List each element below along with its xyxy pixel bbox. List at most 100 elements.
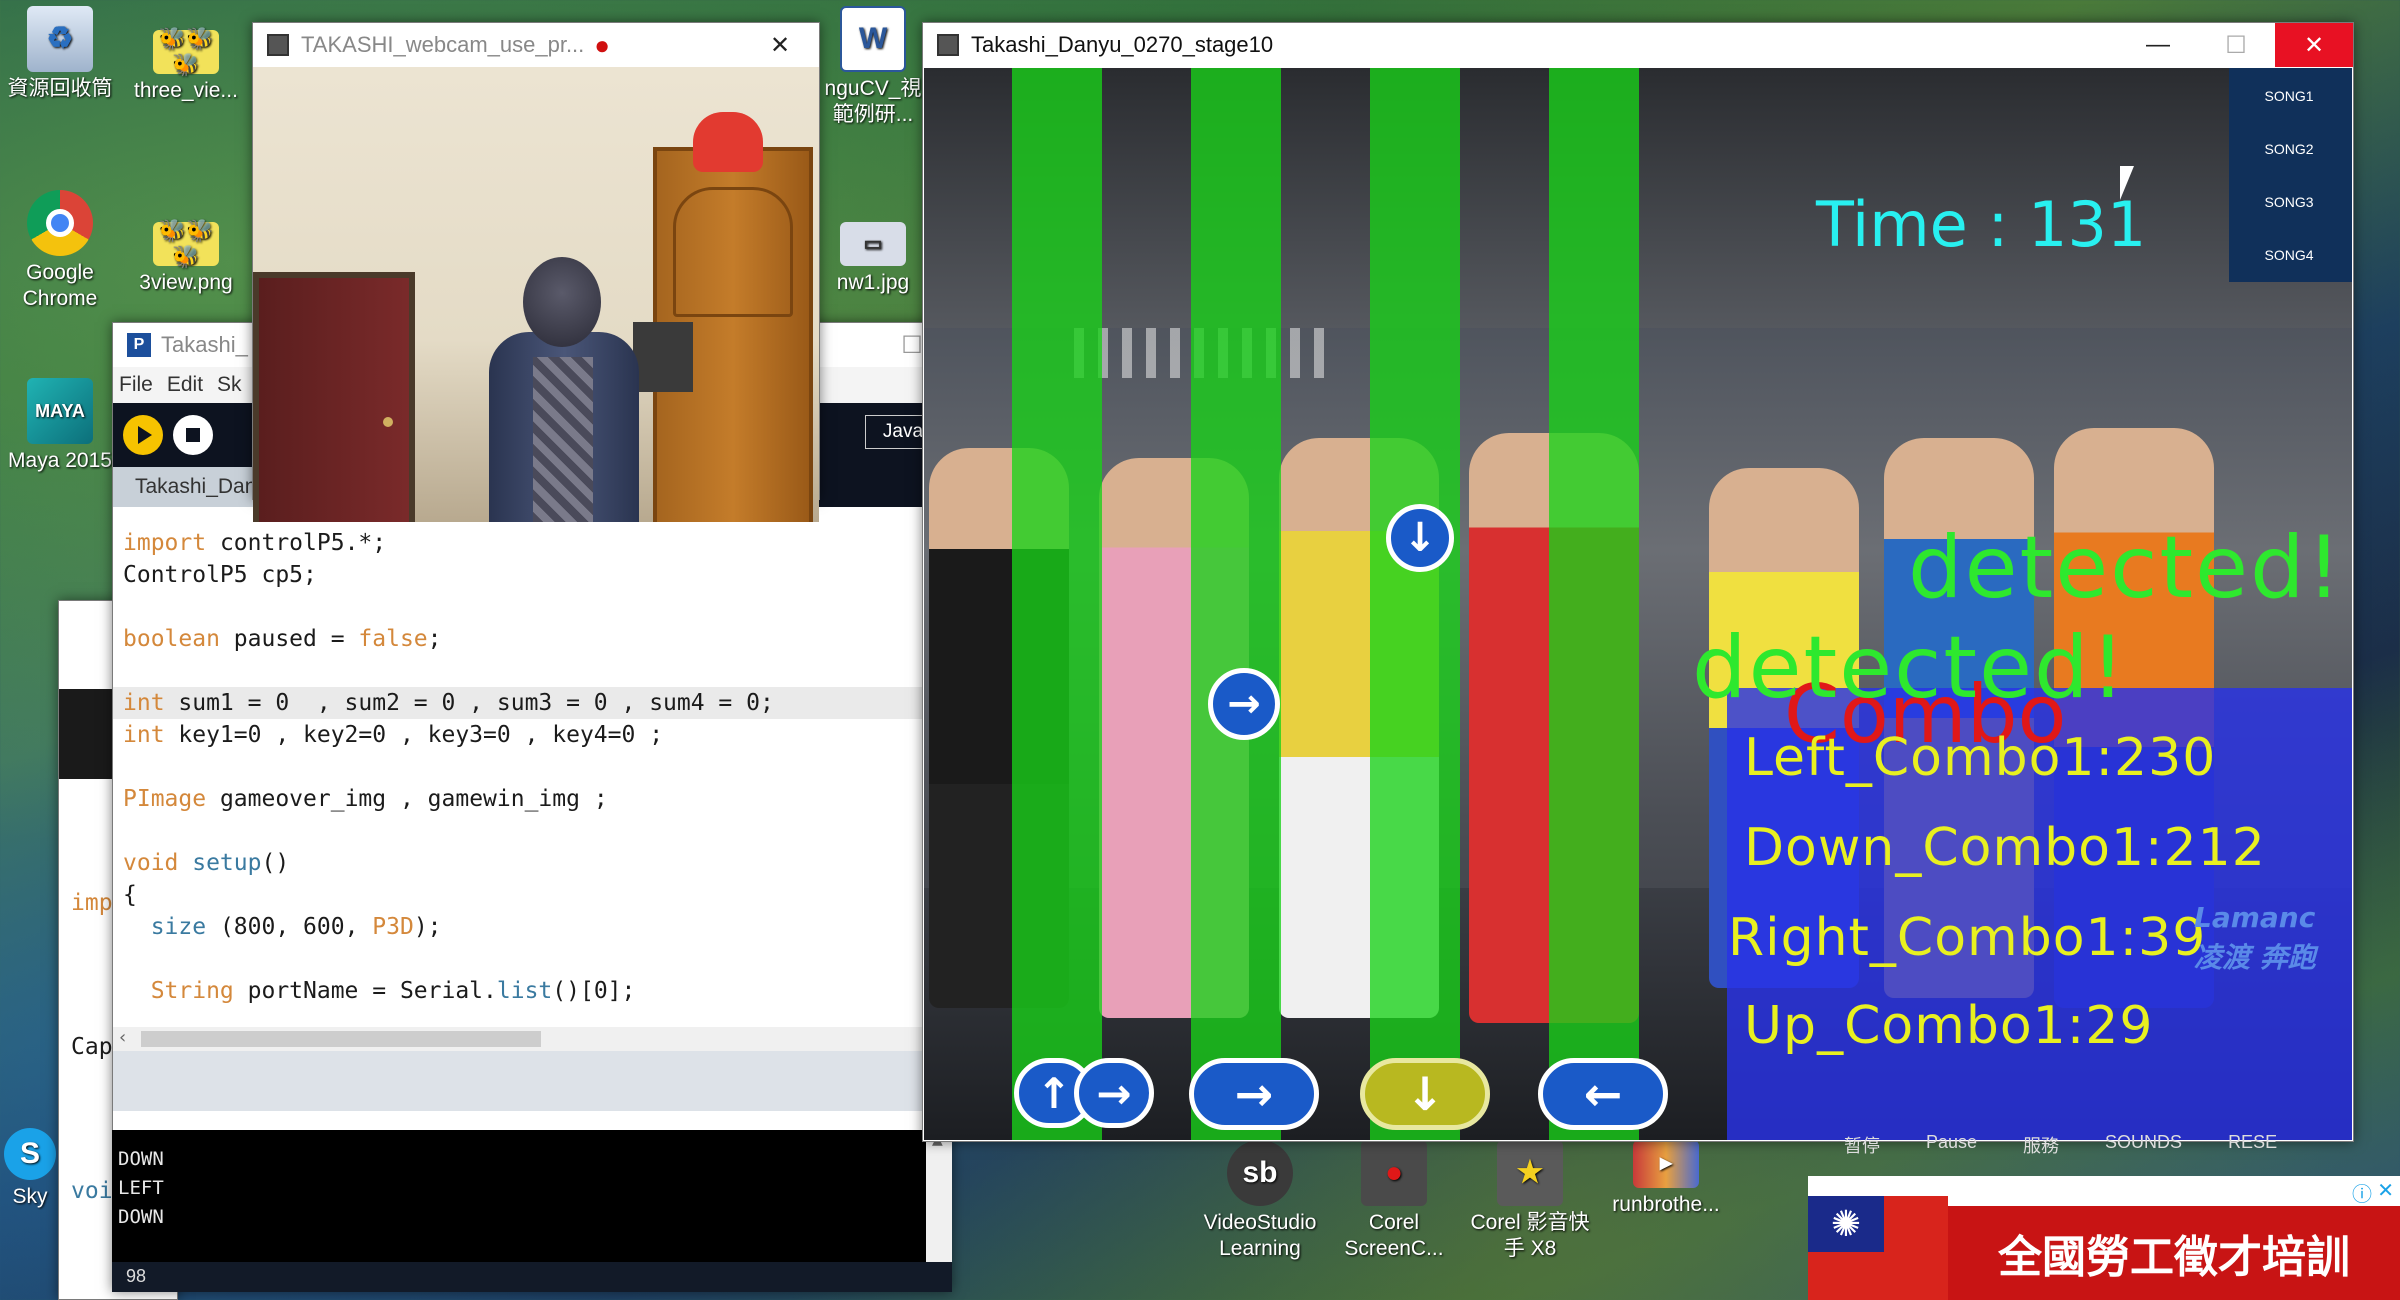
game-titlebar[interactable]: Takashi_Danyu_0270_stage10 — ☐ ✕ — [923, 23, 2353, 67]
strip-label: RESE — [2228, 1132, 2278, 1152]
play-icon — [138, 426, 152, 444]
processing-app-icon: P — [127, 333, 151, 357]
desktop-icon-videostudio[interactable]: sb VideoStudio Learning — [1190, 1140, 1330, 1262]
menu-sketch[interactable]: Sk — [217, 373, 242, 397]
code-line: int key1=0 , key2=0 , key3=0 , key4=0 ; — [123, 722, 664, 748]
line-number: 98 — [126, 1266, 147, 1286]
tv — [633, 322, 693, 392]
menu-file[interactable]: File — [119, 373, 153, 397]
door-knob — [383, 417, 393, 427]
desktop-icon-maya[interactable]: MAYA Maya 2015 — [0, 378, 120, 474]
skype-icon: S — [4, 1128, 56, 1180]
code-line: import controlP5.*; — [123, 530, 387, 556]
processing-window-title: Takashi_ — [161, 332, 248, 357]
code-line: size (800, 600, P3D); — [123, 914, 442, 940]
message-area — [113, 1051, 951, 1111]
webcam-titlebar[interactable]: TAKASHI_webcam_use_pr... ● ✕ — [253, 23, 819, 67]
game-canvas[interactable]: ↓ → ↑ → → ↓ ← Time : 131 SONG1 SONG2 SON… — [924, 68, 2352, 1140]
minimize-button[interactable]: — — [2119, 23, 2197, 67]
ad-info-icon[interactable]: ⓘ — [2352, 1178, 2372, 1207]
console-line: DOWN — [118, 1206, 164, 1228]
lane-down — [1370, 68, 1460, 1140]
detected-label-1: detected! — [1908, 518, 2344, 618]
close-button[interactable]: ✕ — [2275, 23, 2353, 67]
desktop-icon-nw1[interactable]: ▭ nw1.jpg — [818, 222, 928, 296]
desktop-icon-corel-fastflick[interactable]: ★ Corel 影音快手 X8 — [1460, 1140, 1600, 1262]
window-app-icon — [267, 34, 289, 56]
desktop-icon-label: VideoStudio Learning — [1203, 1211, 1317, 1260]
desktop-icon-3view[interactable]: 🐝🐝🐝 3view.png — [126, 218, 246, 296]
ad-text-block: 全國勞工徵才培訓 — [1948, 1206, 2400, 1300]
target-right-arrow: → — [1189, 1058, 1319, 1130]
down-combo: Down_Combo1:212 — [1744, 818, 2266, 878]
corel-fastflick-icon: ★ — [1497, 1140, 1563, 1206]
ad-close-icon[interactable]: ✕ — [2377, 1178, 2394, 1202]
scroll-left-icon[interactable]: ‹ — [119, 1027, 126, 1048]
desktop-icon-label: 資源回收筒 — [7, 77, 113, 100]
desktop-icon-corel-screencap[interactable]: ● Corel ScreenC... — [1334, 1140, 1454, 1262]
code-line: PImage gameover_img , gamewin_img ; — [123, 786, 608, 812]
song-menu: SONG1 SONG2 SONG3 SONG4 — [2229, 68, 2352, 282]
menu-edit[interactable]: Edit — [167, 373, 203, 397]
lane-up — [1549, 68, 1639, 1140]
corel-screencap-icon: ● — [1361, 1140, 1427, 1206]
maximize-button[interactable]: ☐ — [2197, 23, 2275, 67]
target-right-arrow-small: → — [1074, 1058, 1154, 1128]
webcam-window-title: TAKASHI_webcam_use_pr... — [301, 32, 585, 57]
window-app-icon — [937, 34, 959, 56]
code-editor[interactable]: import controlP5.*; ControlP5 cp5; boolean… — [113, 507, 951, 1027]
desktop-icon-word-doc[interactable]: W nguCV_視 範例研... — [818, 6, 928, 128]
door — [253, 272, 415, 522]
scrollbar-thumb[interactable] — [141, 1031, 541, 1047]
desktop-icon-label: 3view.png — [139, 271, 233, 294]
run-button[interactable] — [123, 415, 163, 455]
code-text: import controlP5.*; ControlP5 cp5; boolean… — [123, 527, 951, 1007]
mouse-cursor-icon — [2120, 166, 2134, 200]
desktop-icon-recycle-bin[interactable]: ♻ 資源回收筒 — [0, 6, 120, 102]
falling-right-arrow: → — [1208, 668, 1280, 740]
desktop-icon-label: Maya 2015 — [8, 449, 112, 472]
strip-label: Pause — [1926, 1132, 1978, 1152]
video-file-icon: ▶ — [1633, 1140, 1699, 1188]
background-app-strip: 暂停 Pause 服務 SOUNDS RESE — [1804, 1132, 2364, 1166]
ad-banner[interactable]: ✺ 全國勞工徵才培訓 ⓘ ✕ — [1808, 1176, 2400, 1300]
stop-icon — [186, 428, 200, 442]
song3-button[interactable]: SONG3 — [2229, 182, 2349, 222]
desktop-icon-runbrothers[interactable]: ▶ runbrothe... — [1596, 1140, 1736, 1218]
cursor-pen-icon: ● — [594, 29, 611, 60]
console-line: DOWN — [118, 1148, 164, 1170]
stop-button[interactable] — [173, 415, 213, 455]
song4-button[interactable]: SONG4 — [2229, 235, 2349, 275]
desktop-icon-label: nw1.jpg — [836, 271, 910, 294]
strip-label: SOUNDS — [2105, 1132, 2183, 1152]
desktop-icon-skype[interactable]: S Sky — [0, 1128, 60, 1210]
person-shirt — [533, 357, 593, 522]
person-head — [523, 257, 601, 347]
code-line: { — [123, 882, 137, 908]
videostudio-icon: sb — [1227, 1140, 1293, 1206]
song1-button[interactable]: SONG1 — [2229, 76, 2349, 116]
chrome-icon — [27, 190, 93, 256]
desktop-icon-chrome[interactable]: Google Chrome — [0, 190, 120, 312]
target-down-arrow: ↓ — [1360, 1058, 1490, 1130]
desktop-icon-three-view[interactable]: 🐝🐝🐝 three_vie... — [126, 26, 246, 104]
code-line: int sum1 = 0 , sum2 = 0 , sum3 = 0 , sum… — [123, 690, 774, 716]
lane-left — [1012, 68, 1102, 1140]
recycle-bin-icon: ♻ — [27, 6, 93, 72]
image-file-icon: ▭ — [840, 222, 906, 266]
falling-down-arrow: ↓ — [1386, 504, 1454, 572]
code-line: void setup() — [123, 850, 290, 876]
desktop-icon-label: three_vie... — [134, 79, 238, 102]
word-doc-icon: W — [840, 6, 906, 72]
maya-icon: MAYA — [27, 378, 93, 444]
webcam-close-button[interactable]: ✕ — [741, 23, 819, 67]
horizontal-scrollbar[interactable]: ‹ — [113, 1027, 951, 1051]
ad-text: 全國勞工徵才培訓 — [1998, 1232, 2350, 1283]
song2-button[interactable]: SONG2 — [2229, 129, 2349, 169]
desktop-icon-label: Corel ScreenC... — [1344, 1211, 1444, 1260]
webcam-window[interactable]: TAKASHI_webcam_use_pr... ● ✕ — [252, 22, 820, 522]
close-icon: ✕ — [769, 31, 791, 59]
